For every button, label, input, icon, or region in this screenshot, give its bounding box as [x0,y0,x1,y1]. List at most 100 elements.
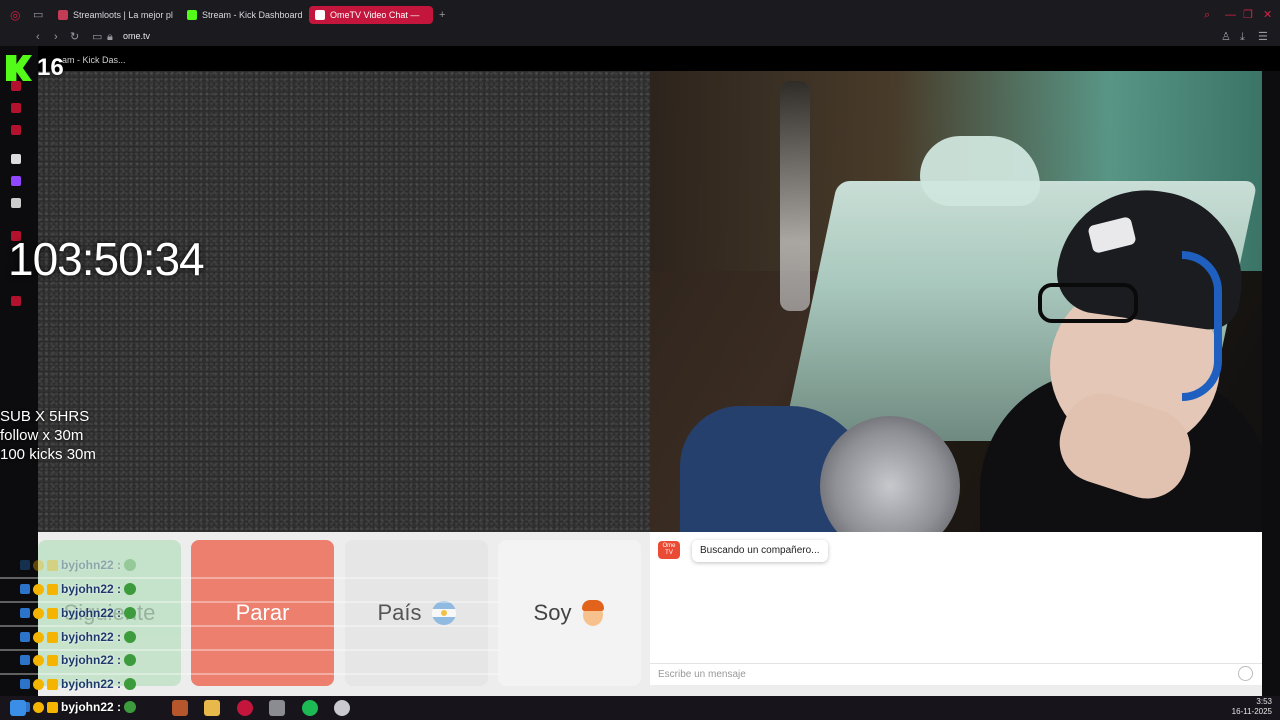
subathon-goals: SUB X 5HRS follow x 30m 100 kicks 30m [0,407,96,464]
platform-icon [20,632,30,642]
chat-username: byjohn22 : [61,630,122,644]
twitch-icon[interactable] [11,176,21,186]
platform-icon [20,584,30,594]
badge-icon [33,701,44,713]
emote-icon [124,678,137,690]
crown-icon [47,701,58,713]
badge-icon [33,583,44,595]
badge-icon [33,678,44,690]
status-message: Buscando un compañero... [692,540,828,562]
crown-icon [47,607,58,619]
new-tab-icon[interactable]: + [439,8,445,22]
clock-time: 3:53 [1256,697,1272,706]
country-label: País [377,600,422,625]
sidebar-icon[interactable] [11,81,21,91]
platform-icon [20,655,30,665]
country-button[interactable]: País [345,540,488,686]
gender-label: Soy [533,600,572,625]
settings-icon[interactable] [11,296,21,306]
tab-streamloots[interactable]: Streamloots | La mejor pl [52,6,176,24]
sidebar-icon[interactable] [11,103,21,113]
sidebar-icon[interactable] [11,154,21,164]
search-icon[interactable]: ⌕ [1204,8,1210,22]
mouse-app-icon[interactable] [334,700,350,716]
kick-window-label: am - Kick Das... [62,55,126,65]
tab-ometv[interactable]: OmeTV Video Chat — [309,6,433,24]
headset [1182,251,1222,401]
streamloots-icon [58,10,68,20]
goal-line: 100 kicks 30m [0,446,96,463]
emote-icon [124,559,137,571]
chat-username: byjohn22 : [61,558,122,572]
system-clock[interactable]: 3:53 16-11-2025 [1232,697,1272,717]
account-icon[interactable]: ♙ [1221,30,1231,44]
taskbar [0,696,1280,720]
crown-icon [47,678,58,690]
message-input[interactable]: Escribe un mensaje [650,663,1262,685]
camera-icon: ▭ [92,31,103,43]
chat-username: byjohn22 : [61,653,122,667]
file-explorer-icon[interactable] [204,700,220,716]
ometv-badge-icon: Ome TV [658,541,680,559]
reload-icon[interactable]: ↻ [70,30,79,44]
browser-tab-bar: ◎ ▭ Streamloots | La mejor pl Stream - K… [0,0,1280,29]
chat-message: byjohn22 : [20,697,137,717]
app-icon[interactable] [172,700,188,716]
url-text[interactable]: ome.tv [123,31,150,41]
emote-icon [124,583,137,595]
x-icon[interactable] [11,198,21,208]
store-icon[interactable] [269,700,285,716]
glasses [1038,283,1138,323]
tab-label: OmeTV Video Chat — [330,10,420,20]
stop-button[interactable]: Parar [191,540,334,686]
emoji-icon[interactable] [1238,666,1253,681]
close-icon[interactable]: ✕ [1263,8,1272,22]
tab-label: Streamloots | La mejor pl [73,10,173,20]
stop-label: Parar [235,600,290,625]
windows-start-icon[interactable] [10,700,26,716]
back-icon[interactable]: ‹ [36,30,40,44]
gender-button[interactable]: Soy [498,540,641,686]
platform-icon [20,608,30,618]
platform-icon [20,560,30,570]
spotify-icon[interactable] [302,700,318,716]
opera-logo-icon[interactable]: ◎ [10,8,20,22]
badge-icon [33,607,44,619]
badge-icon [33,631,44,643]
maximize-icon[interactable]: ❐ [1243,8,1253,22]
partner-video-static [38,71,650,532]
download-icon[interactable]: ⤓ [1240,30,1245,44]
minimize-icon[interactable]: — [1225,8,1236,22]
crown-icon [47,559,58,571]
own-webcam-video [650,71,1262,532]
guitar [780,81,810,311]
chat-username: byjohn22 : [61,677,122,691]
opera-taskbar-icon[interactable] [237,700,253,716]
forward-icon[interactable]: › [54,30,58,44]
emote-icon [124,654,137,666]
emote-icon [124,607,137,619]
address-bar: ‹ › ↻ ▭ 🔒︎ ♙ ⤓ ☰ [0,29,1280,46]
clock-date: 16-11-2025 [1231,707,1272,716]
crown-icon [47,631,58,643]
sidebar-icon[interactable] [11,125,21,135]
argentina-flag-icon [431,601,456,625]
ometv-icon [315,10,325,20]
viewer-count: 16 [37,54,64,81]
tab-label: Stream - Kick Dashboard [202,10,303,20]
chat-message: byjohn22 : [20,627,137,647]
chat-username: byjohn22 : [61,606,122,620]
screen: ◎ ▭ Streamloots | La mejor pl Stream - K… [0,0,1280,720]
subathon-timer: 103:50:34 [8,233,205,285]
platform-icon [20,679,30,689]
goal-line: SUB X 5HRS [0,408,90,425]
chat-message: byjohn22 : [20,579,137,599]
goal-line: follow x 30m [0,427,84,444]
scrollbar[interactable] [1262,71,1280,696]
menu-icon[interactable]: ☰ [1258,30,1268,44]
tab-menu-icon[interactable]: ▭ [33,8,43,22]
crown-icon [47,583,58,595]
chat-username: byjohn22 : [61,582,122,596]
chat-message: byjohn22 : [20,555,137,575]
tab-kick-dashboard[interactable]: Stream - Kick Dashboard [181,6,305,24]
